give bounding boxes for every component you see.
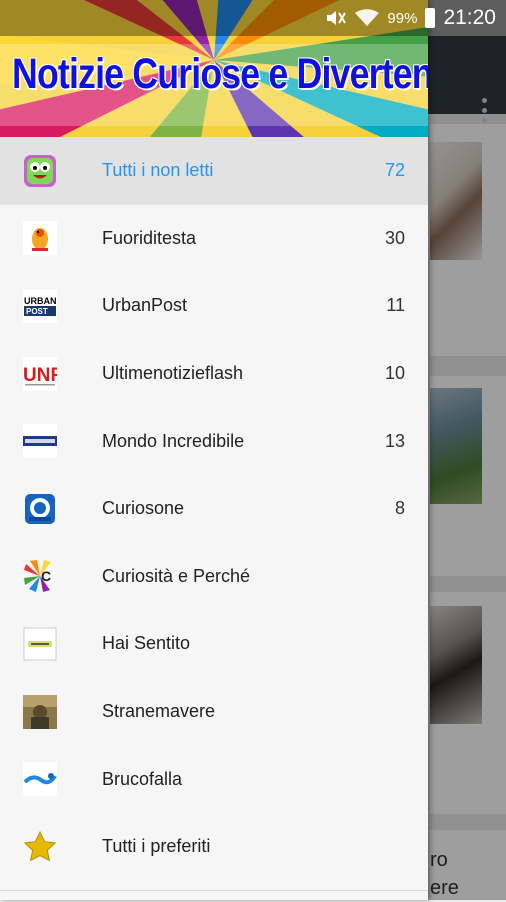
clock: 21:20 [443,6,496,29]
unread-count: 13 [384,430,405,451]
status-bar: 99% 21:20 [0,0,506,36]
drawer-item-label: Tutti i preferiti [102,836,211,857]
drawer-item-hai-sentito[interactable]: Hai Sentito [0,610,428,678]
unread-count: 72 [384,160,405,181]
navigation-drawer: Notizie Curiose e Divertenti Tutti i non… [0,0,428,900]
wifi-icon [355,9,380,27]
drawer-item-label: Curiosone [102,498,185,519]
drawer-item-urbanpost[interactable]: URBAN POST UrbanPost 11 [0,272,428,340]
drawer-item-label: Ultimenotizieflash [102,363,244,384]
feed-list: Tutti i non letti 72 Fuoriditesta 30 URB… [0,137,428,881]
drawer-item-brucofalla[interactable]: Brucofalla [0,745,428,813]
svg-text:C: C [41,568,51,584]
cartoon-face-icon [23,154,57,188]
brucofalla-logo-icon [23,762,57,797]
hai-sentito-logo-icon [23,627,57,661]
drawer-item-ultimenotizieflash[interactable]: UNF Ultimenotizieflash 10 [0,340,428,408]
star-icon [23,830,57,864]
unread-count: 11 [386,295,405,316]
banner-title: Notizie Curiose e Divertenti [12,50,428,98]
unread-count: 30 [384,227,405,248]
drawer-item-label: UrbanPost [102,295,188,316]
drawer-item-label: Fuoriditesta [102,227,197,248]
drawer-item-fuoriditesta[interactable]: Fuoriditesta 30 [0,205,428,273]
drawer-item-tutti-preferiti[interactable]: Tutti i preferiti [0,813,428,881]
unf-logo-icon: UNF [23,356,57,391]
drawer-item-mondo-incredibile[interactable]: Mondo Incredibile 13 [0,407,428,475]
divider [0,890,428,891]
stranemavere-logo-icon [23,694,57,729]
drawer-item-label: Brucofalla [102,768,183,789]
drawer-item-curiosita-e-perche[interactable]: C Curiosità e Perché [0,543,428,611]
curiosone-logo-icon [23,492,57,526]
battery-percent: 99% [387,9,418,27]
urbanpost-logo-icon: URBAN POST [23,288,57,323]
drawer-item-label: Stranemavere [102,701,216,722]
drawer-item-label: Hai Sentito [102,633,191,654]
drawer-item-tutti-non-letti[interactable]: Tutti i non letti 72 [0,137,428,205]
svg-text:URBAN: URBAN [24,296,57,306]
drawer-item-stranemavere[interactable]: Stranemavere [0,678,428,746]
unread-count: 8 [394,498,405,519]
drawer-item-label: Curiosità e Perché [102,565,251,586]
svg-text:POST: POST [26,307,48,316]
curiosita-logo-icon: C [23,559,57,593]
battery-icon [425,8,436,28]
fuoriditesta-logo-icon [23,221,57,256]
drawer-item-label: Tutti i non letti [102,160,214,181]
svg-text:UNF: UNF [23,365,57,386]
drawer-item-label: Mondo Incredibile [102,430,245,451]
unread-count: 10 [384,363,405,384]
mondo-incredibile-logo-icon [23,424,57,459]
mute-icon [325,9,347,27]
drawer-item-curiosone[interactable]: Curiosone 8 [0,475,428,543]
